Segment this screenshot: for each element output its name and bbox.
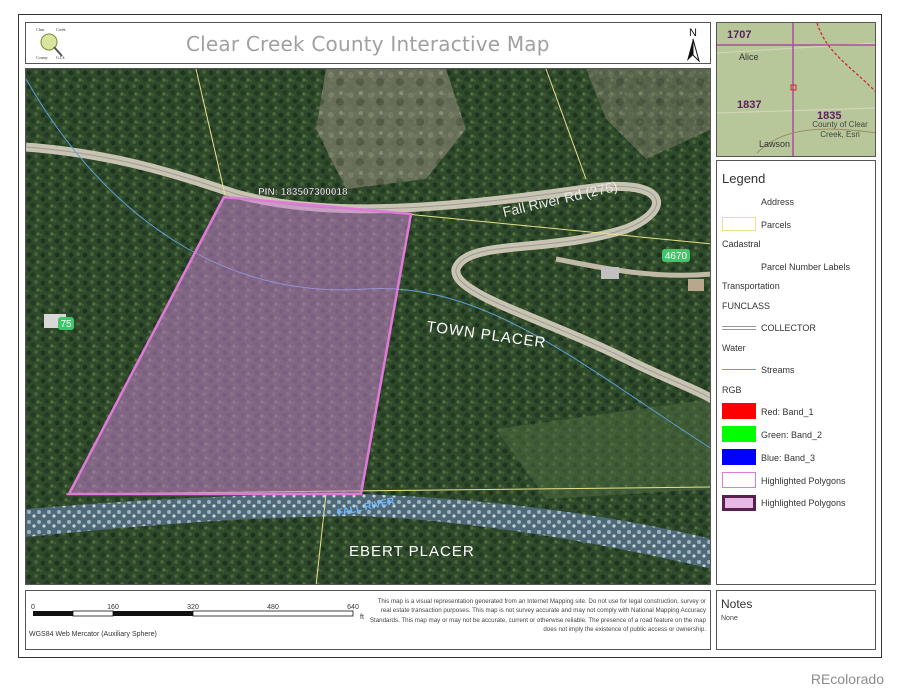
scale-tick-0: 0 [31, 604, 35, 611]
scale-unit: ft [360, 614, 364, 621]
legend-highlight-swatch-1 [722, 472, 756, 488]
legend-collector: COLLECTOR [761, 323, 816, 333]
legend-parcels-swatch [722, 217, 756, 231]
building [601, 267, 619, 279]
legend-funclass: FUNCLASS [722, 301, 771, 311]
map-view[interactable]: 4670 75 PIN: 183507300018 Fall River Rd … [25, 68, 711, 585]
logo-line-1: Clear [36, 27, 45, 32]
scale-tick-480: 480 [267, 604, 279, 611]
address-label-75: 75 [60, 319, 72, 330]
notes-title: Notes [721, 597, 753, 611]
overview-label-1837: 1837 [737, 99, 761, 111]
scale-tick-640: 640 [347, 604, 359, 611]
scale-bar: 0 160 320 480 640 ft WGS84 Web Mercator … [29, 604, 364, 638]
building [688, 279, 704, 291]
ebert-placer-label: EBERT PLACER [349, 543, 475, 560]
legend-streams: Streams [761, 365, 795, 375]
legend-blue: Blue: Band_3 [761, 453, 816, 463]
scale-tick-160: 160 [107, 604, 119, 611]
legend-water: Water [722, 343, 746, 353]
aerial-imagery: 4670 75 PIN: 183507300018 Fall River Rd … [26, 69, 710, 584]
legend-highlighted-1: Highlighted Polygons [761, 476, 846, 486]
disclaimer-text: This map is a visual representation gene… [369, 598, 706, 633]
overview-map[interactable]: 1707 1837 1835 Alice Lawson County of Cl… [716, 22, 876, 157]
logo-line-2: Creek [56, 27, 66, 32]
legend-parcels: Parcels [761, 220, 792, 230]
legend-green: Green: Band_2 [761, 430, 823, 440]
legend-title: Legend [722, 171, 766, 186]
north-label: N [689, 27, 697, 39]
legend-red: Red: Band_1 [761, 407, 814, 417]
scale-projection: WGS84 Web Mercator (Auxiliary Sphere) [29, 631, 157, 638]
legend-highlight-swatch-2 [722, 495, 756, 511]
legend-panel: Legend Address Parcels Cadastral Parcel … [716, 160, 876, 585]
county-logo: Clear Creek County G.I.S. [34, 25, 70, 61]
map-title: Clear Creek County Interactive Map [186, 32, 550, 56]
legend-blue-swatch [722, 449, 756, 465]
overview-place-lawson: Lawson [759, 139, 790, 149]
legend-green-swatch [722, 426, 756, 442]
overview-label-1707: 1707 [727, 29, 751, 41]
legend-collector-swatch [722, 326, 756, 330]
legend-address: Address [761, 197, 795, 207]
watermark: REcolorado [810, 671, 884, 687]
scale-box: 0 160 320 480 640 ft WGS84 Web Mercator … [25, 590, 711, 650]
legend-red-swatch [722, 403, 756, 419]
north-arrow-icon: N [687, 27, 700, 63]
title-bar: Clear Creek County G.I.S. Clear Creek Co… [25, 22, 711, 64]
overview-place-alice: Alice [739, 52, 759, 62]
legend-rgb: RGB [722, 385, 742, 395]
address-label-4670: 4670 [665, 251, 688, 262]
logo-line-3: County [36, 55, 48, 60]
notes-body: None [721, 615, 738, 622]
notes-panel: Notes None [716, 590, 876, 650]
legend-highlighted-2: Highlighted Polygons [761, 498, 846, 508]
parcel-pin-label: PIN: 183507300018 [258, 187, 348, 198]
legend-transportation: Transportation [722, 281, 780, 291]
overview-credit: County of Clear Creek, Esri [812, 120, 868, 139]
legend-parcel-number-labels: Parcel Number Labels [761, 262, 851, 272]
logo-line-4: G.I.S. [56, 55, 65, 60]
legend-cadastral: Cadastral [722, 239, 761, 249]
scale-tick-320: 320 [187, 604, 199, 611]
legend-streams-swatch [722, 369, 756, 370]
